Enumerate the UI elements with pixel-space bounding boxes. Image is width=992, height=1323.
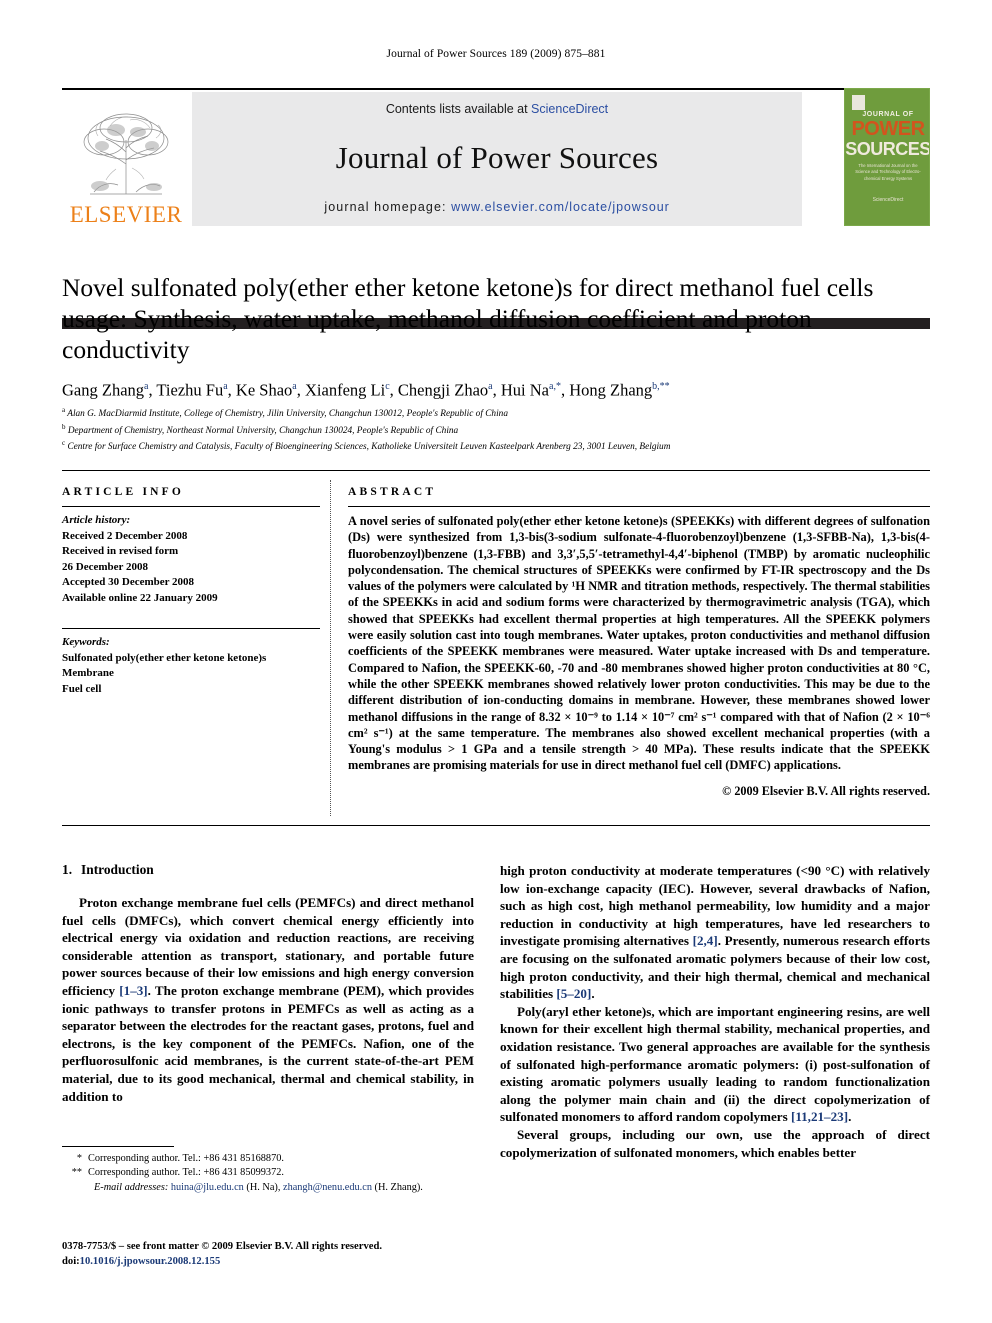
abstract-copyright: © 2009 Elsevier B.V. All rights reserved… xyxy=(722,783,930,798)
sciencedirect-link[interactable]: ScienceDirect xyxy=(531,102,608,116)
affiliation-list: a Alan G. MacDiarmid Institute, College … xyxy=(62,404,942,454)
affiliation-text: Centre for Surface Chemistry and Catalys… xyxy=(67,442,671,453)
paragraph: high proton conductivity at moderate tem… xyxy=(500,863,930,1002)
info-block-bottom-rule xyxy=(62,825,930,826)
author-list: Gang Zhanga, Tiezhu Fua, Ke Shaoa, Xianf… xyxy=(62,380,670,400)
footnote-block: * Corresponding author. Tel.: +86 431 85… xyxy=(62,1152,482,1195)
email-owner-zhang: (H. Zhang). xyxy=(374,1181,423,1193)
elsevier-tree-icon xyxy=(83,113,169,195)
body-left-column: 1. Introduction Proton exchange membrane … xyxy=(62,862,474,1105)
footnote-row: * Corresponding author. Tel.: +86 431 85… xyxy=(62,1152,482,1166)
journal-cover-thumbnail: JOURNAL OF POWER SOURCES The Internation… xyxy=(844,88,930,226)
journal-title: Journal of Power Sources xyxy=(335,140,659,175)
section-heading-introduction: 1. Introduction xyxy=(62,862,474,878)
journal-masthead: ELSEVIER Contents lists available at Sci… xyxy=(62,88,930,329)
doi-line: doi:10.1016/j.jpowsour.2008.12.155 xyxy=(62,1255,522,1270)
abstract-column: ABSTRACT A novel series of sulfonated po… xyxy=(348,486,930,799)
email-link-na[interactable]: huina@jlu.edu.cn xyxy=(171,1182,244,1193)
footnote-text: Corresponding author. Tel.: +86 431 8509… xyxy=(88,1167,284,1179)
email-owner-na: (H. Na), xyxy=(246,1181,281,1193)
paragraph: Poly(aryl ether ketone)s, which are impo… xyxy=(500,1003,930,1125)
affiliation-text: Alan G. MacDiarmid Institute, College of… xyxy=(67,409,508,420)
footnote-row: ** Corresponding author. Tel.: +86 431 8… xyxy=(62,1166,482,1180)
abstract-heading: ABSTRACT xyxy=(348,486,437,498)
contents-lists-line: Contents lists available at ScienceDirec… xyxy=(386,102,608,116)
doi-link[interactable]: 10.1016/j.jpowsour.2008.12.155 xyxy=(80,1256,221,1267)
footnote-rule xyxy=(62,1146,174,1147)
affiliation-text: Department of Chemistry, Northeast Norma… xyxy=(67,425,459,436)
homepage-url-link[interactable]: www.elsevier.com/locate/jpowsour xyxy=(451,200,669,214)
contents-prefix: Contents lists available at xyxy=(385,102,532,116)
affiliation-item: a Alan G. MacDiarmid Institute, College … xyxy=(62,404,942,421)
page-title: Novel sulfonated poly(ether ether ketone… xyxy=(62,273,874,364)
footnote-mark: ** xyxy=(71,1167,82,1179)
cover-elsevier-mark xyxy=(852,95,865,110)
masthead-center-band: Contents lists available at ScienceDirec… xyxy=(192,92,802,226)
body-right-column: high proton conductivity at moderate tem… xyxy=(500,862,930,1161)
article-info-column: ARTICLE INFO Article history: Received 2… xyxy=(62,486,320,697)
affiliation-item: b Department of Chemistry, Northeast Nor… xyxy=(62,421,942,438)
affiliation-mark: c xyxy=(62,439,66,448)
keywords-rule xyxy=(62,628,320,629)
history-line: Received in revised form xyxy=(62,545,179,557)
history-line: Available online 22 January 2009 xyxy=(62,591,218,604)
abstract-text: A novel series of sulfonated poly(ether … xyxy=(348,514,930,773)
footnote-mark: * xyxy=(76,1153,82,1164)
issn-line: 0378-7753/$ – see front matter © 2009 El… xyxy=(62,1241,382,1252)
footnote-email-row: E-mail addresses: huina@jlu.edu.cn (H. N… xyxy=(62,1181,482,1195)
section-title: Introduction xyxy=(81,862,154,877)
keyword-item: Fuel cell xyxy=(62,682,102,695)
running-head: Journal of Power Sources 189 (2009) 875–… xyxy=(386,48,606,60)
cover-line-sources: SOURCES xyxy=(845,139,930,159)
affiliation-mark: a xyxy=(62,406,66,414)
section-number: 1. xyxy=(62,862,73,877)
affiliation-mark: b xyxy=(62,422,66,431)
elsevier-wordmark: ELSEVIER xyxy=(69,202,183,227)
abstract-rule xyxy=(348,506,930,507)
doi-label: doi: xyxy=(62,1255,80,1267)
paragraph: Proton exchange membrane fuel cells (PEM… xyxy=(62,895,474,1104)
history-line: Received 2 December 2008 xyxy=(62,529,188,542)
article-info-rule xyxy=(62,506,320,507)
cover-line-power: POWER xyxy=(851,118,925,140)
cover-line-journal-of: JOURNAL OF xyxy=(862,111,914,118)
keyword-item: Sulfonated poly(ether ether ketone keton… xyxy=(62,651,267,664)
article-info-heading: ARTICLE INFO xyxy=(62,486,185,498)
imprint-block: 0378-7753/$ – see front matter © 2009 El… xyxy=(62,1240,522,1269)
paper-page: Journal of Power Sources 189 (2009) 875–… xyxy=(0,0,992,1323)
keyword-item: Membrane xyxy=(62,667,114,679)
cover-sciencedirect-mark: ScienceDirect xyxy=(872,197,904,203)
masthead-top-rule xyxy=(62,88,930,90)
elsevier-logo: ELSEVIER xyxy=(62,92,190,226)
homepage-prefix: journal homepage: xyxy=(324,200,447,214)
footnote-text: Corresponding author. Tel.: +86 431 8516… xyxy=(88,1153,284,1164)
keywords-label: Keywords: xyxy=(62,636,110,648)
history-line: Accepted 30 December 2008 xyxy=(62,576,195,588)
article-history-label: Article history: xyxy=(62,514,131,526)
info-abstract-divider xyxy=(330,480,332,816)
affiliation-item: c Centre for Surface Chemistry and Catal… xyxy=(62,437,942,454)
cover-subtitle: The International Journal on the Science… xyxy=(855,163,921,181)
email-link-zhang[interactable]: zhangh@nenu.edu.cn xyxy=(283,1182,372,1193)
email-addresses-label: E-mail addresses: xyxy=(94,1181,169,1193)
history-line: 26 December 2008 xyxy=(62,560,148,573)
journal-homepage-line: journal homepage: www.elsevier.com/locat… xyxy=(324,200,669,214)
info-block-top-rule xyxy=(62,470,930,471)
paragraph: Several groups, including our own, use t… xyxy=(500,1126,930,1160)
